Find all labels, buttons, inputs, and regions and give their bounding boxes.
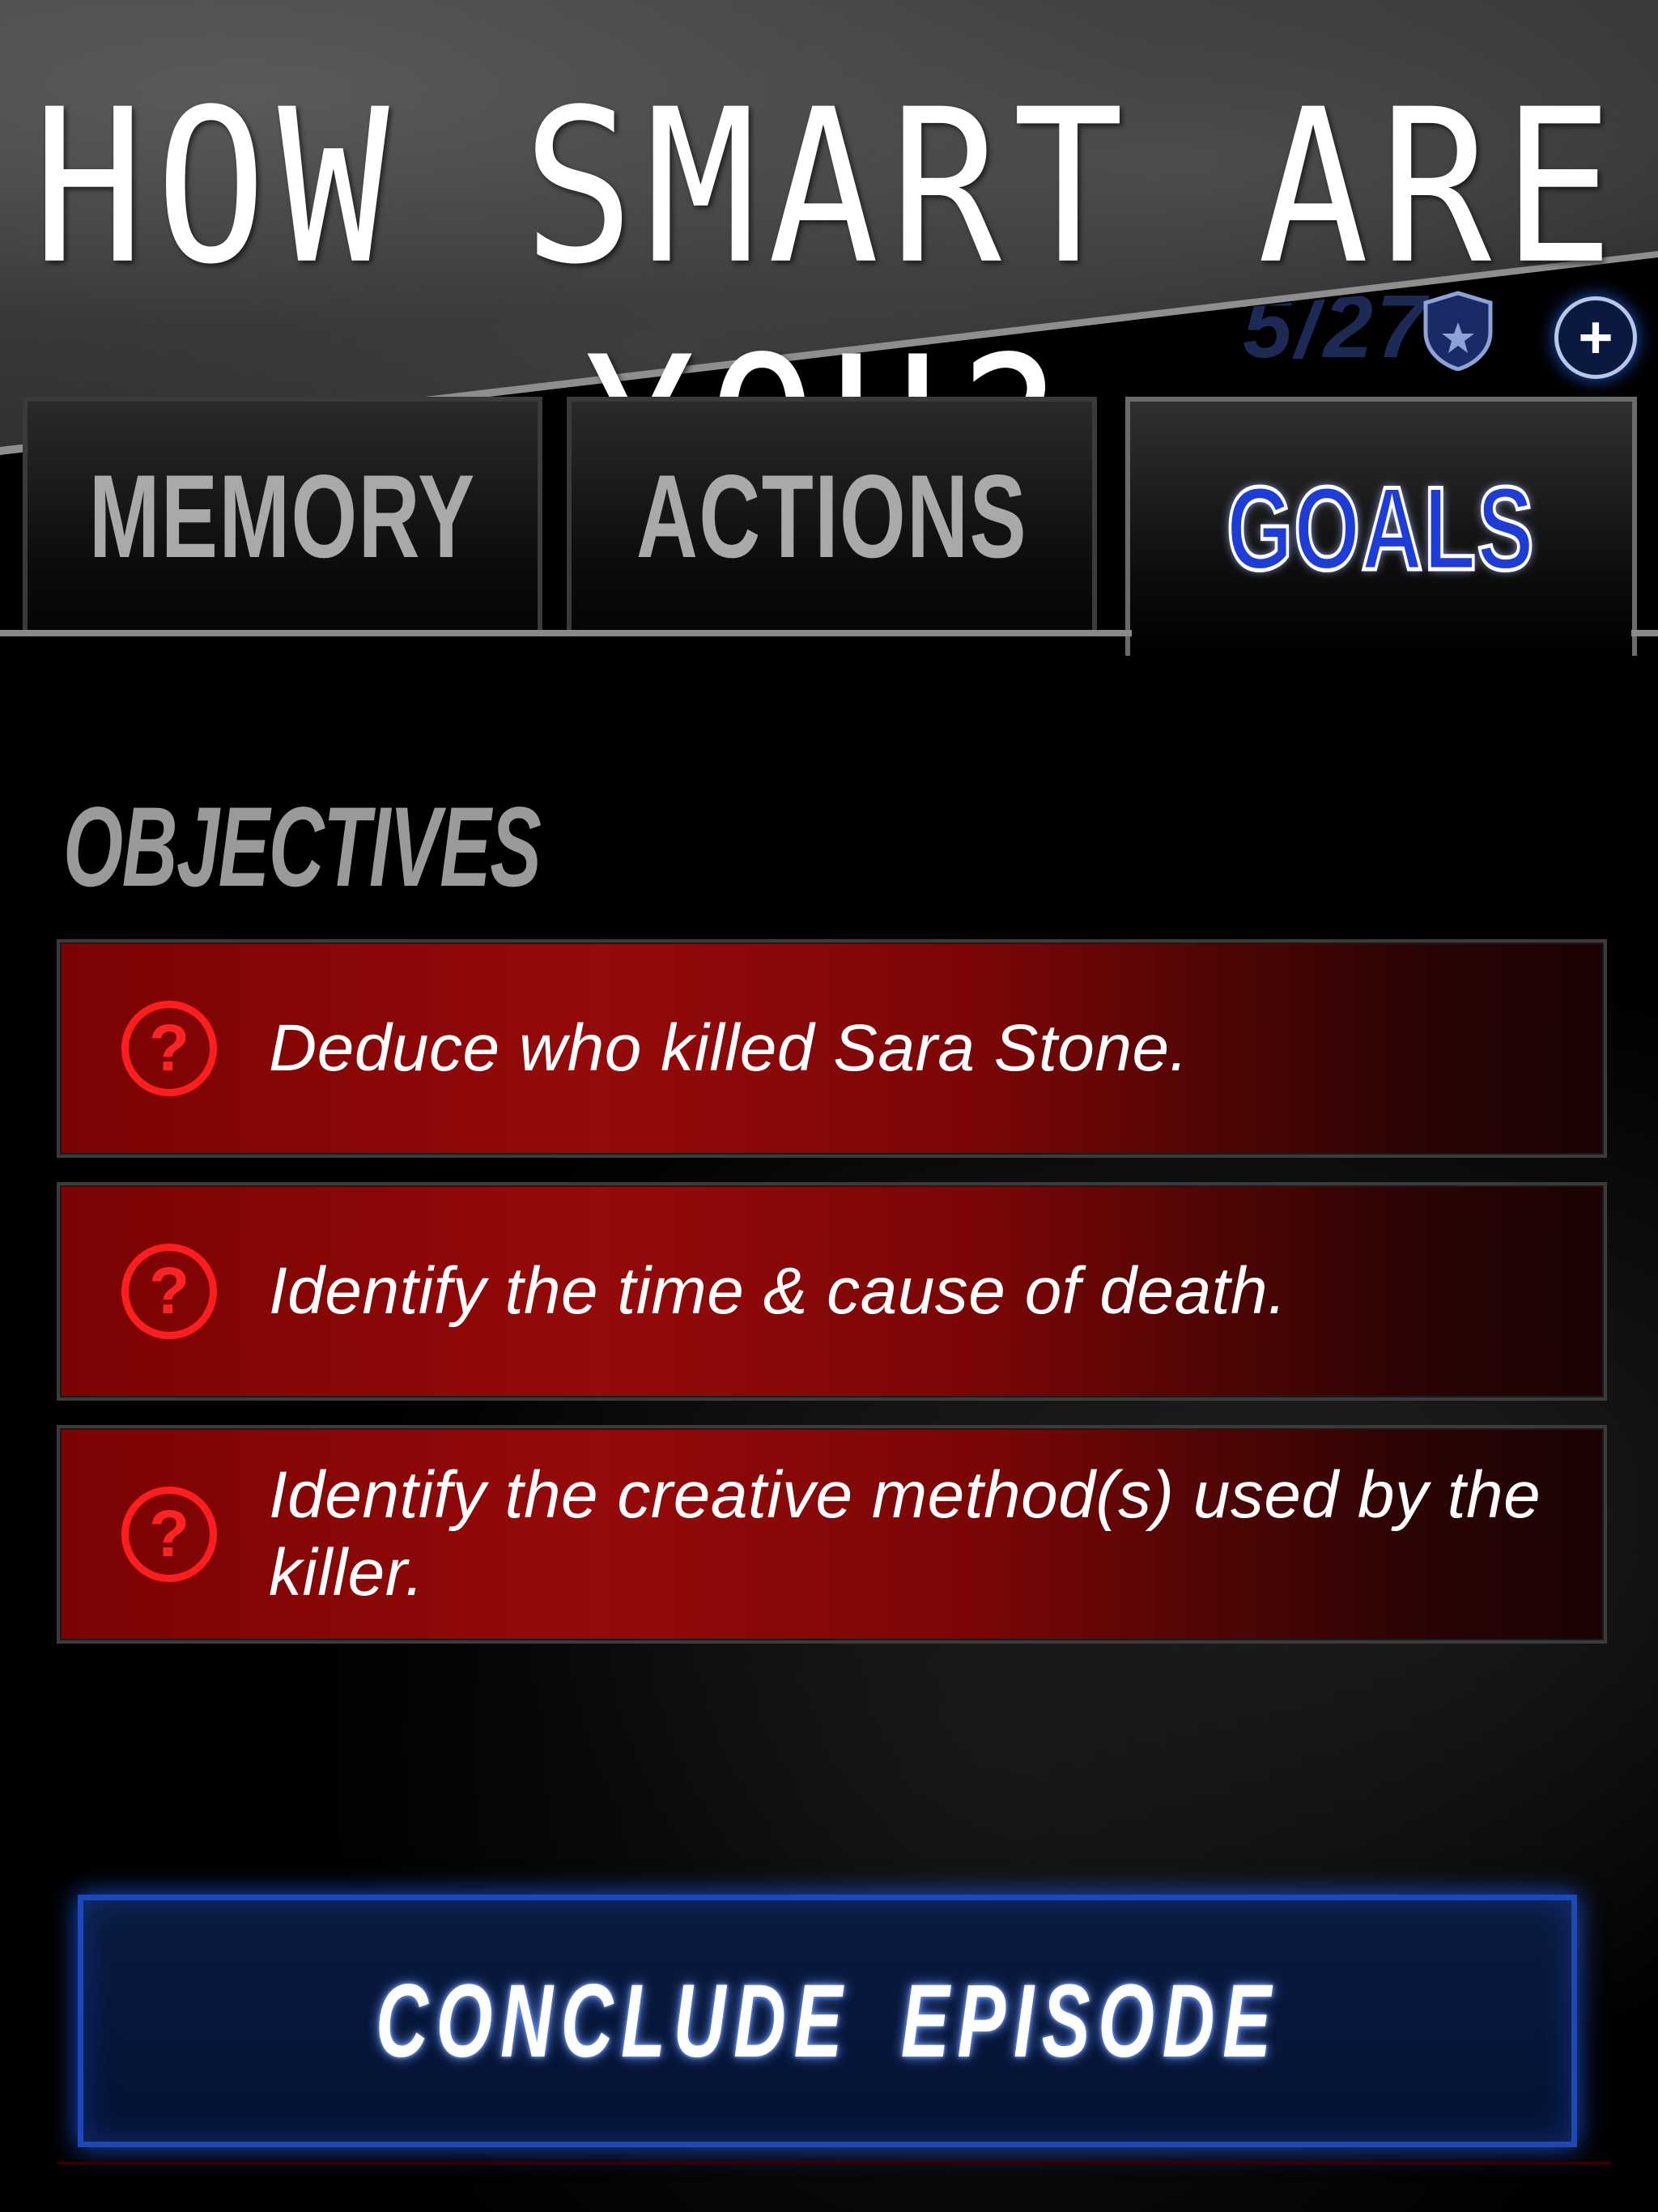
shield-star-icon bbox=[1423, 291, 1493, 371]
plus-icon: + bbox=[1578, 304, 1613, 371]
tab-goals[interactable]: GOALS bbox=[1125, 397, 1637, 656]
tab-actions[interactable]: ACTIONS bbox=[567, 397, 1097, 632]
footer-divider bbox=[57, 2162, 1611, 2164]
objective-text: Identify the creative method(s) used by … bbox=[269, 1458, 1541, 1610]
objective-item[interactable]: ? Identify the creative method(s) used b… bbox=[57, 1425, 1607, 1644]
objective-text: Deduce who killed Sara Stone. bbox=[269, 1011, 1188, 1085]
objective-item[interactable]: ? Identify the time & cause of death. bbox=[57, 1182, 1607, 1401]
conclude-episode-button[interactable]: CONCLUDE EPISODE bbox=[78, 1895, 1577, 2147]
tab-memory[interactable]: MEMORY bbox=[23, 397, 542, 632]
tab-memory-label: MEMORY bbox=[89, 450, 476, 582]
objective-text: Identify the time & cause of death. bbox=[269, 1254, 1287, 1328]
question-icon: ? bbox=[121, 1001, 217, 1096]
tab-goals-label: GOALS bbox=[1226, 461, 1536, 597]
add-button[interactable]: + bbox=[1554, 296, 1637, 379]
tabs-divider-right bbox=[1631, 630, 1658, 636]
question-icon: ? bbox=[121, 1244, 217, 1339]
objectives-heading: OBJECTIVES bbox=[63, 783, 542, 910]
tabs-divider bbox=[0, 630, 1132, 636]
objective-item[interactable]: ? Deduce who killed Sara Stone. bbox=[57, 939, 1607, 1158]
tab-actions-label: ACTIONS bbox=[636, 450, 1028, 582]
question-icon: ? bbox=[121, 1487, 217, 1582]
conclude-episode-label: CONCLUDE EPISODE bbox=[376, 1963, 1279, 2079]
